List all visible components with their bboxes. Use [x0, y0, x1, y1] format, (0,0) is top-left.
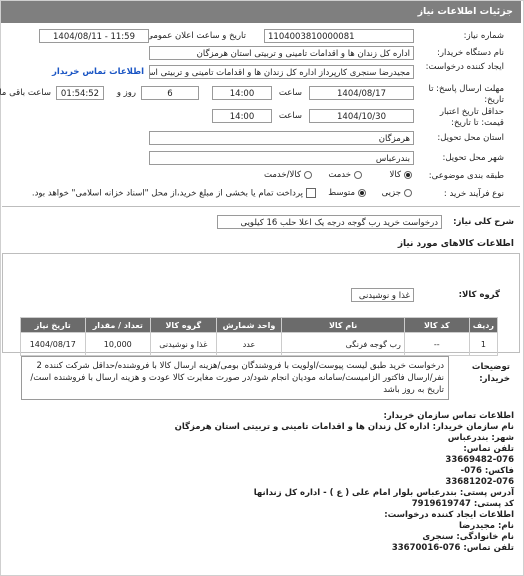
buyer-org-field[interactable]: اداره کل زندان ها و اقدامات تامینی و ترب… — [149, 46, 414, 60]
contact-line: آدرس پستی: بندرعباس بلوار امام علی ( ع )… — [253, 488, 514, 498]
col-row: ردیف — [468, 317, 499, 333]
radio-icon — [304, 170, 312, 179]
buyer-contact-link[interactable]: اطلاعات تماس خریدار — [52, 67, 144, 77]
reply-date-field[interactable]: 1404/08/17 — [309, 86, 414, 100]
category-option-goods-service[interactable]: کالا/خدمت — [264, 170, 312, 180]
cell-code: -- — [403, 332, 470, 356]
need-number-label: شماره نیاز: — [463, 31, 504, 41]
province-field[interactable]: هرمزگان — [149, 131, 414, 145]
city-field[interactable]: بندرعباس — [149, 151, 414, 165]
radio-icon — [404, 170, 412, 179]
contact-line: 33669482-076 — [445, 455, 514, 465]
category-label: طبقه بندی موضوعی: — [428, 171, 504, 181]
goods-group-field[interactable]: غذا و نوشیدنی — [351, 288, 414, 302]
contact-line: اطلاعات ایجاد کننده درخواست: — [384, 510, 514, 520]
days-label: روز و — [116, 88, 136, 98]
page-title: جزئیات اطلاعات نیاز — [417, 6, 513, 17]
process-option-minor[interactable]: جزیی — [382, 188, 412, 198]
title-bar: جزئیات اطلاعات نیاز — [1, 1, 521, 23]
validity-label: حداقل تاریخ اعتبار قیمت: تا تاریخ: — [439, 107, 504, 128]
contact-line: شهر: بندرعباس — [447, 433, 514, 443]
validity-date-field[interactable]: 1404/10/30 — [309, 109, 414, 123]
announce-date-label: تاریخ و ساعت اعلان عمومی: — [143, 31, 246, 41]
contact-line: کد پستی: 7919619747 — [411, 499, 514, 509]
cell-date: 1404/08/17 — [20, 332, 86, 356]
goods-section-title: اطلاعات کالاهای مورد نیاز — [397, 239, 514, 249]
cell-qty: 10,000 — [84, 332, 152, 356]
cell-group: غذا و نوشیدنی — [150, 332, 217, 356]
city-label: شهر محل تحویل: — [442, 153, 504, 163]
contact-line: تلفن تماس: 076-33670016 — [391, 543, 514, 553]
contact-line: تلفن تماس: — [463, 444, 514, 454]
contact-line: نام: مجیدرضا — [458, 521, 514, 531]
reply-time-field[interactable]: 14:00 — [212, 86, 272, 100]
contact-title: اطلاعات تماس سازمان خریدار: — [383, 411, 514, 421]
general-desc-label: شرح کلی نیاز: — [453, 217, 514, 227]
general-desc-field[interactable]: درخواست خرید رب گوجه درجه یک اعلا حلب 16… — [217, 215, 442, 229]
remaining-time-field[interactable]: 01:54:52 — [56, 86, 104, 100]
radio-icon — [404, 188, 412, 197]
cell-unit: عدد — [215, 332, 283, 356]
table-row[interactable]: 1 -- رب گوجه فرنگی عدد غذا و نوشیدنی 10,… — [20, 332, 499, 356]
category-option-goods[interactable]: کالا — [390, 170, 412, 180]
checkbox-icon — [306, 188, 316, 198]
reply-time-label: ساعت — [278, 88, 302, 98]
validity-time-field[interactable]: 14:00 — [212, 109, 272, 123]
buyer-notes-field[interactable]: درخواست خرید طبق لیست پیوست/اولویت با فر… — [21, 356, 449, 400]
need-number-field[interactable]: 1104003810000081 — [264, 29, 414, 43]
col-unit: واحد شمارش — [215, 317, 283, 333]
cell-row: 1 — [468, 332, 499, 356]
goods-table-header: ردیف کد کالا نام کالا واحد شمارش گروه کا… — [20, 317, 499, 333]
days-field[interactable]: 6 — [141, 86, 199, 100]
announce-date-field[interactable]: 1404/08/11 - 11:59 — [39, 29, 149, 43]
divider — [2, 206, 520, 207]
contact-line: 33681202-076 — [445, 477, 514, 487]
requester-label: ایجاد کننده درخواست: — [425, 62, 504, 72]
radio-icon — [354, 170, 362, 179]
buyer-org-label: نام دستگاه خریدار: — [437, 48, 504, 58]
goods-table: ردیف کد کالا نام کالا واحد شمارش گروه کا… — [20, 317, 499, 356]
col-qty: تعداد / مقدار — [84, 317, 152, 333]
requester-field[interactable]: مجیدرضا سنجری کارپرداز اداره کل زندان ها… — [149, 65, 414, 79]
cell-name: رب گوجه فرنگی — [281, 332, 405, 356]
reply-deadline-label: مهلت ارسال پاسخ: تا تاریخ: — [428, 84, 504, 105]
col-date: تاریخ نیاز — [20, 317, 86, 333]
contact-line: فاکس: 076- — [460, 466, 514, 476]
province-label: استان محل تحویل: — [437, 133, 504, 143]
buyer-notes-label: توضیحات خریدار: — [471, 362, 510, 384]
process-option-medium[interactable]: متوسط — [328, 188, 366, 198]
remaining-label: ساعت باقی مانده — [0, 88, 51, 98]
process-label: نوع فرآیند خرید : — [443, 189, 504, 199]
category-option-service[interactable]: خدمت — [328, 170, 362, 180]
radio-icon — [358, 188, 366, 197]
goods-group-label: گروه کالا: — [458, 290, 500, 300]
contact-line: نام سازمان خریدار: اداره کل زندان ها و ا… — [174, 422, 514, 432]
col-name: نام کالا — [281, 317, 405, 333]
validity-time-label: ساعت — [278, 111, 302, 121]
col-group: گروه کالا — [150, 317, 217, 333]
treasury-payment-checkbox[interactable]: پرداخت تمام یا بخشی از مبلغ خرید،از محل … — [32, 188, 316, 199]
contact-line: نام خانوادگی: سنجری — [422, 532, 514, 542]
col-code: کد کالا — [403, 317, 470, 333]
contact-block: اطلاعات تماس سازمان خریدار: نام سازمان خ… — [175, 411, 514, 554]
